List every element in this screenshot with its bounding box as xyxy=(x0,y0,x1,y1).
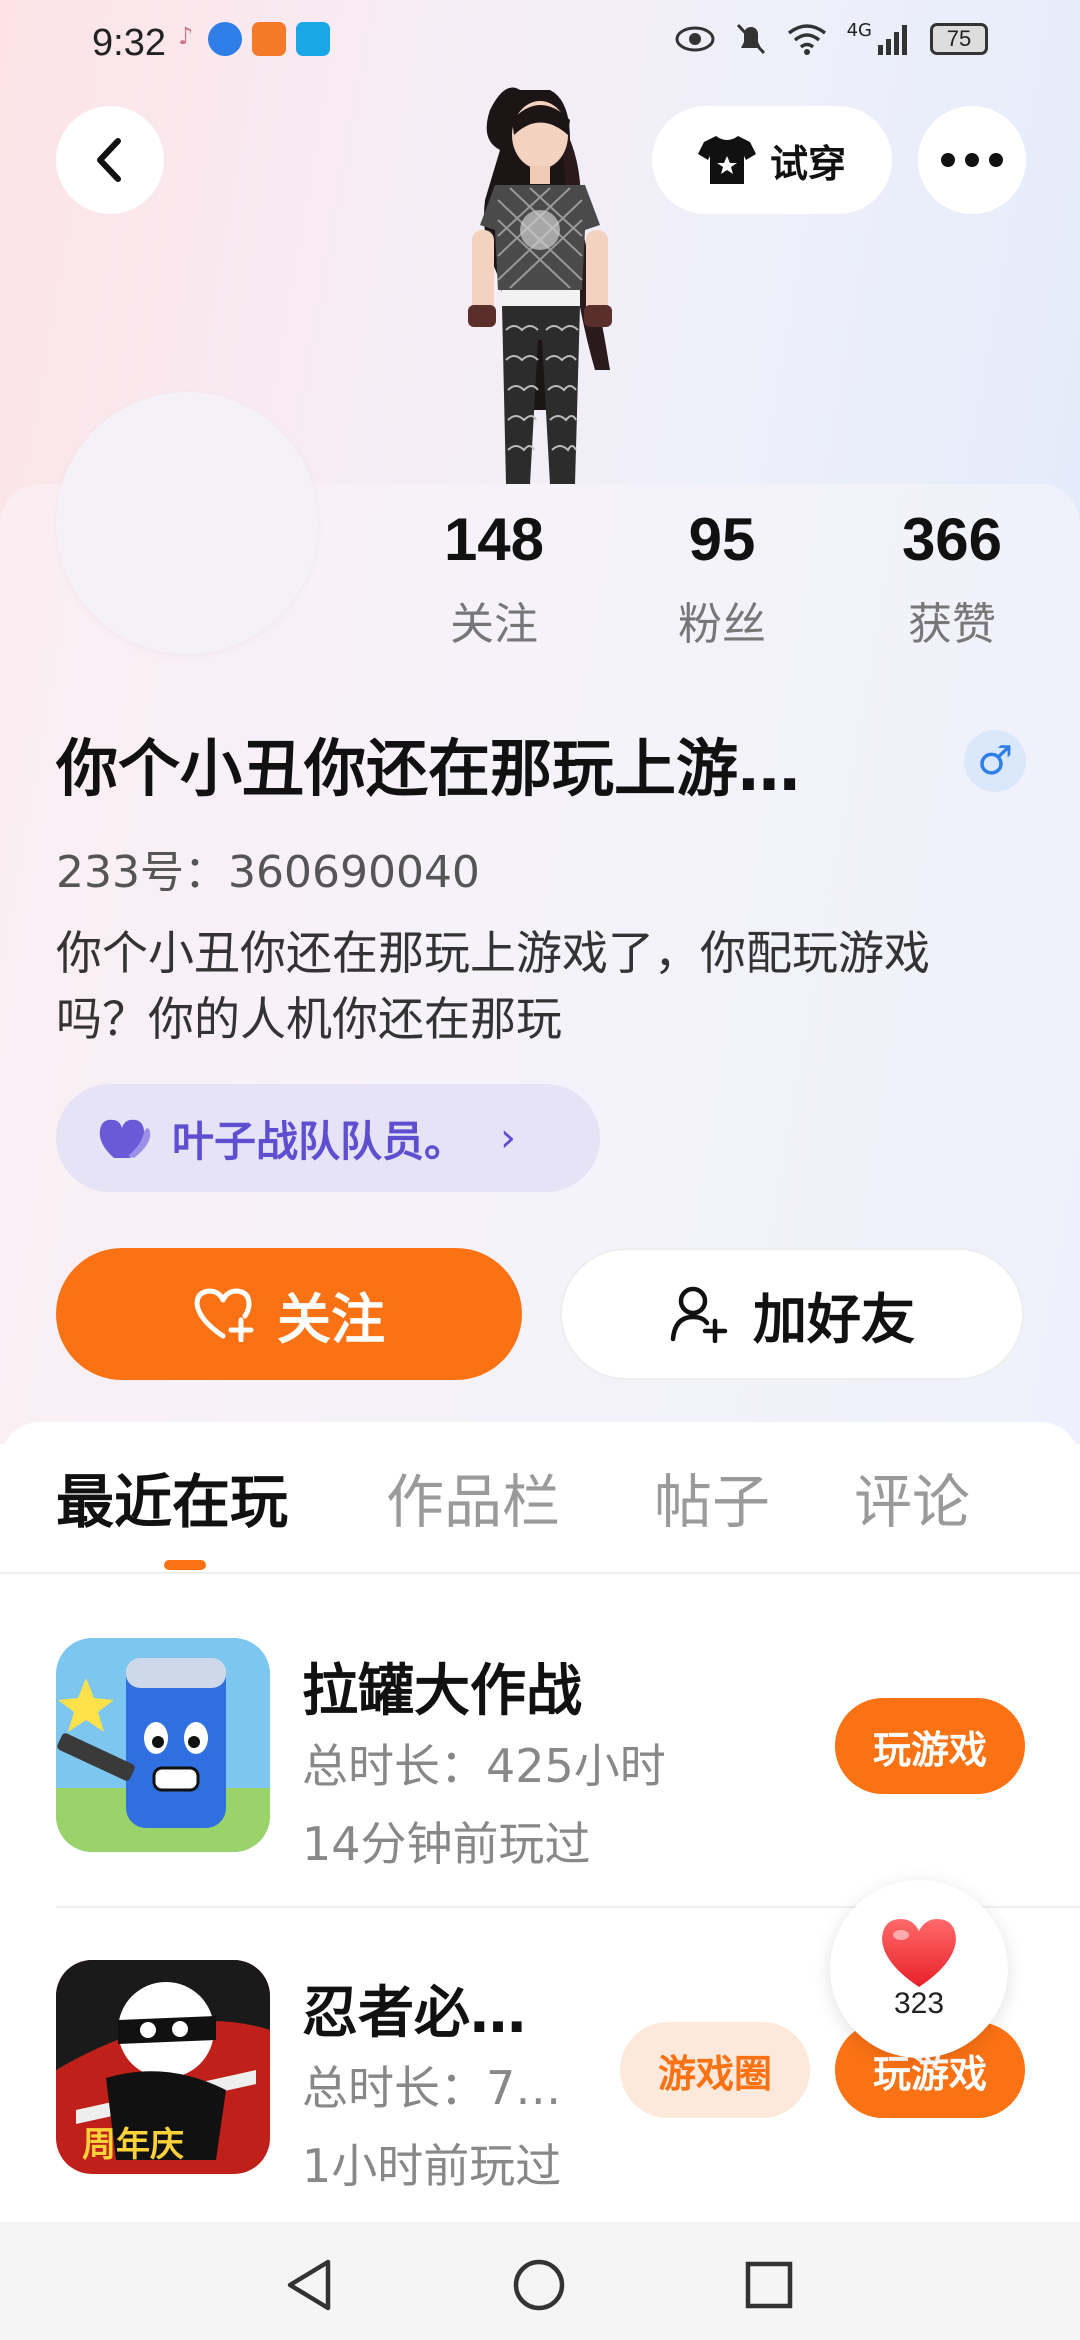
game-title: 拉罐大作战 xyxy=(302,1659,582,1724)
anniversary-badge: 周年庆 xyxy=(82,2125,184,2165)
fans-label: 粉丝 xyxy=(678,599,766,650)
stat-fans[interactable]: 95 粉丝 xyxy=(642,505,802,652)
avatar[interactable] xyxy=(56,392,318,654)
game-last-played: 14分钟前玩过 xyxy=(302,1817,591,1871)
team-label: 叶子战队队员。 xyxy=(172,1116,467,1166)
music-notify-icon: ♪ xyxy=(178,22,194,50)
browser-notify-icon xyxy=(208,22,242,56)
active-tab-indicator xyxy=(164,1560,206,1570)
more-button[interactable] xyxy=(918,106,1026,214)
signal-icon xyxy=(878,25,907,55)
eye-icon xyxy=(675,26,715,52)
game-row[interactable]: 拉罐大作战 总时长：425小时 14分钟前玩过 玩游戏 xyxy=(0,1638,1080,1878)
network-label: 4G xyxy=(846,19,872,41)
avatar-character[interactable] xyxy=(410,80,680,484)
stat-likes[interactable]: 366 获赞 xyxy=(872,505,1032,652)
like-count: 323 xyxy=(893,1987,945,2020)
game-title: 忍者必… xyxy=(302,1981,526,2046)
user-id[interactable]: 233号：360690040 xyxy=(56,836,480,900)
try-on-label: 试穿 xyxy=(769,141,846,186)
game-last-played: 1小时前玩过 xyxy=(302,2139,562,2193)
video-notify-icon xyxy=(252,22,286,56)
fans-count: 95 xyxy=(688,506,756,573)
follow-button[interactable]: 关注 xyxy=(56,1248,522,1380)
add-friend-button[interactable]: 加好友 xyxy=(560,1248,1024,1380)
heart-plus-icon xyxy=(194,1288,254,1342)
more-icon xyxy=(941,153,1003,167)
status-right: 4G 75 xyxy=(675,19,988,56)
following-count: 148 xyxy=(443,506,545,573)
game-duration: 总时长：425小时 xyxy=(302,1739,666,1793)
tab-comments[interactable]: 评论 xyxy=(854,1455,970,1539)
status-bar: 9:32 ♪ 4G 75 xyxy=(0,0,1080,90)
team-badge[interactable]: 叶子战队队员。 › xyxy=(56,1084,600,1192)
profile-bio: 你个小丑你还在那玩上游戏了，你配玩游戏吗？你的人机你还在那玩 xyxy=(56,926,930,1046)
add-friend-label: 加好友 xyxy=(753,1287,915,1351)
tab-works[interactable]: 作品栏 xyxy=(386,1455,560,1539)
game-duration: 总时长：7… xyxy=(302,2061,562,2115)
nav-home-icon[interactable] xyxy=(512,2258,566,2312)
following-label: 关注 xyxy=(450,599,538,650)
system-nav-bar xyxy=(0,2222,1080,2340)
nav-back-icon[interactable] xyxy=(284,2258,334,2312)
follow-label: 关注 xyxy=(277,1287,385,1351)
like-widget[interactable]: 323 xyxy=(830,1880,1008,2058)
heart-icon xyxy=(882,1919,956,1987)
tab-posts[interactable]: 帖子 xyxy=(654,1455,770,1539)
status-time: 9:32 xyxy=(92,22,166,64)
tshirt-icon xyxy=(697,136,756,184)
book-notify-icon xyxy=(296,22,330,56)
mute-bell-icon xyxy=(736,23,765,55)
game-circle-button[interactable]: 游戏圈 xyxy=(620,2022,810,2118)
tab-recent[interactable]: 最近在玩 xyxy=(56,1455,288,1539)
likes-count: 366 xyxy=(901,506,1003,573)
heart-icon xyxy=(99,1119,151,1158)
profile-tabs: 最近在玩 作品栏 帖子 评论 xyxy=(0,1455,1080,1575)
back-icon xyxy=(97,138,121,182)
game-icon[interactable]: 周年庆 xyxy=(56,1960,270,2174)
play-game-button[interactable]: 玩游戏 xyxy=(835,1698,1025,1794)
wifi-icon xyxy=(787,24,826,55)
try-on-button[interactable]: 试穿 xyxy=(652,106,892,214)
profile-name: 你个小丑你还在那玩上游… xyxy=(56,732,801,805)
male-icon: ♂ xyxy=(964,730,1026,792)
battery-indicator: 75 xyxy=(930,23,988,55)
back-button[interactable] xyxy=(56,106,164,214)
person-add-icon xyxy=(670,1286,728,1343)
tabs-divider xyxy=(0,1572,1080,1574)
chevron-right-icon: › xyxy=(500,1115,517,1161)
status-app-icons: ♪ xyxy=(178,22,330,56)
likes-label: 获赞 xyxy=(908,599,996,650)
nav-recent-icon[interactable] xyxy=(744,2260,794,2310)
stat-following[interactable]: 148 关注 xyxy=(414,505,574,652)
game-icon[interactable] xyxy=(56,1638,270,1852)
